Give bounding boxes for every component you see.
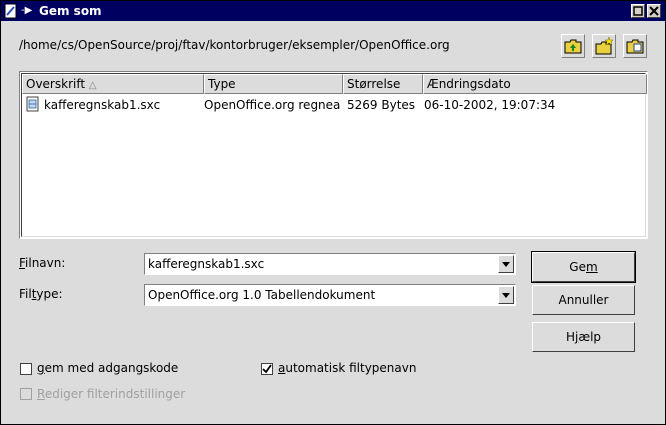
password-label-text: em med adgangskode	[44, 361, 179, 375]
edit-filter-checkbox[interactable]	[20, 388, 32, 400]
close-icon	[649, 6, 659, 16]
column-header-size[interactable]: Størrelse	[343, 74, 423, 94]
password-option-label[interactable]: gem med adgangskode	[37, 361, 178, 375]
column-label: Overskrift	[26, 77, 86, 91]
spreadsheet-file-icon	[26, 96, 39, 112]
autoext-label-text: utomatisk filtypenavn	[285, 361, 417, 375]
help-label-pre: H	[565, 330, 575, 344]
column-header-title[interactable]: Overskrift △	[22, 74, 204, 94]
filetype-value: OpenOffice.org 1.0 Tabellendokument	[148, 288, 376, 302]
file-date: 06-10-2002, 19:07:34	[424, 98, 556, 112]
save-mnemonic: m	[585, 260, 598, 274]
maximize-button[interactable]	[631, 4, 645, 18]
close-button[interactable]	[647, 4, 661, 18]
filename-label: Filnavn:	[19, 256, 65, 270]
chevron-down-icon[interactable]	[498, 255, 514, 273]
password-checkbox[interactable]	[20, 363, 32, 375]
filename-label-text: ilnavn:	[25, 256, 66, 270]
save-button[interactable]: Gem	[531, 251, 636, 283]
save-as-dialog: -▶ Gem som /home/cs/OpenSource/proj/ftav…	[0, 0, 666, 425]
column-header-type[interactable]: Type	[204, 74, 343, 94]
password-mnemonic: g	[37, 361, 45, 375]
title-bar[interactable]: -▶ Gem som	[1, 1, 665, 21]
file-type: OpenOffice.org regnea	[204, 98, 340, 112]
edit-filter-label[interactable]: Rediger filterindstillinger	[37, 387, 185, 401]
auto-extension-label[interactable]: automatisk filtypenavn	[278, 361, 416, 375]
help-button[interactable]: Hjælp	[532, 322, 635, 352]
filetype-label-text: ype:	[36, 287, 63, 301]
help-label-post: ælp	[578, 330, 602, 344]
document-icon[interactable]	[3, 3, 19, 19]
column-header-date[interactable]: Ændringsdato	[423, 74, 647, 94]
filetype-combo[interactable]: OpenOffice.org 1.0 Tabellendokument	[144, 284, 516, 306]
file-list[interactable]: Overskrift △ Type Størrelse Ændringsdato…	[19, 71, 648, 239]
filetype-label: Filtype:	[19, 287, 63, 301]
save-label-pre: Ge	[569, 260, 586, 274]
default-directory-button[interactable]	[623, 34, 647, 58]
chevron-down-icon[interactable]	[498, 286, 514, 304]
column-label: Type	[208, 77, 236, 91]
current-path: /home/cs/OpenSource/proj/ftav/kontorbrug…	[19, 38, 450, 52]
maximize-icon	[633, 6, 643, 16]
cancel-button[interactable]: Annuller	[532, 285, 635, 315]
new-folder-icon	[595, 36, 614, 55]
checkmark-icon	[262, 364, 272, 374]
filetype-label-pre: Fil	[19, 287, 32, 301]
new-folder-button[interactable]	[592, 34, 616, 58]
window-title: Gem som	[39, 4, 102, 18]
filter-label-text: ediger filterindstillinger	[44, 387, 186, 401]
folder-up-button[interactable]	[561, 34, 585, 58]
pin-icon[interactable]: -▶	[21, 5, 35, 17]
file-name: kafferegnskab1.sxc	[44, 98, 161, 112]
file-size: 5269 Bytes	[347, 98, 416, 112]
column-label: Ændringsdato	[427, 77, 511, 91]
column-label: Størrelse	[347, 77, 401, 91]
cancel-label: Annuller	[558, 293, 609, 307]
sort-ascending-icon: △	[88, 80, 97, 91]
folder-up-icon	[564, 39, 582, 54]
auto-extension-checkbox[interactable]	[261, 363, 273, 375]
filename-value: kafferegnskab1.sxc	[148, 257, 265, 271]
filename-combo[interactable]: kafferegnskab1.sxc	[144, 253, 516, 275]
default-directory-icon	[626, 39, 644, 54]
filter-mnemonic: R	[37, 387, 45, 401]
